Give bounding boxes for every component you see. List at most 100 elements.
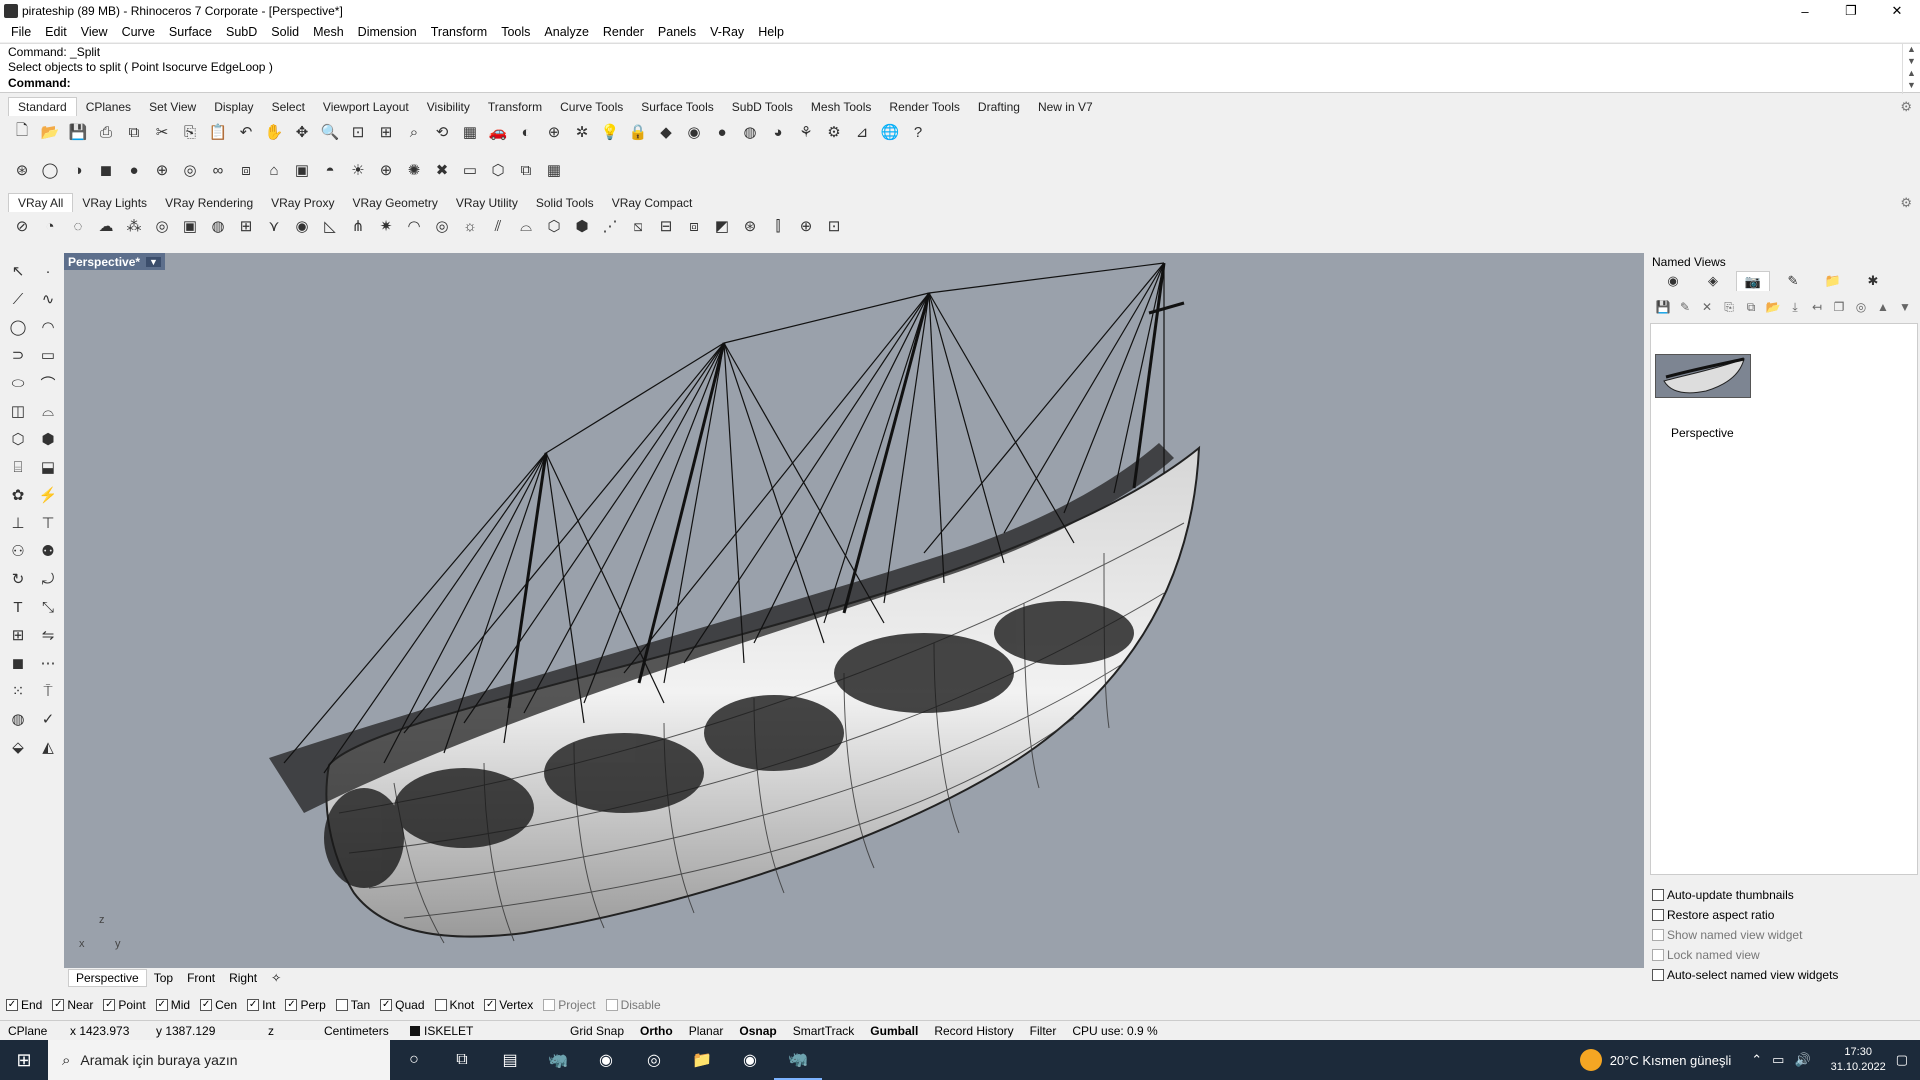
tab-standard[interactable]: Standard <box>8 97 77 116</box>
vray-box-icon[interactable]: ▣ <box>178 214 202 238</box>
text-icon[interactable]: T <box>4 593 32 621</box>
delete-icon[interactable]: ✕ <box>1696 297 1718 317</box>
cplane-label[interactable]: CPlane <box>0 1024 62 1038</box>
menu-help[interactable]: Help <box>751 25 791 39</box>
vray-dome-icon[interactable]: ◓ <box>318 158 342 182</box>
restore-icon[interactable]: ↤ <box>1806 297 1828 317</box>
osnap-end-checkbox[interactable]: ✓ End <box>6 998 42 1012</box>
vray-enmesh-icon[interactable]: ⧈ <box>682 214 706 238</box>
named-view-thumbnail[interactable] <box>1655 354 1751 398</box>
material-sphere-icon[interactable]: ◍ <box>738 120 762 144</box>
view-icon[interactable]: ◎ <box>1850 297 1872 317</box>
vray-sphere-icon[interactable]: ◯ <box>38 158 62 182</box>
vray-spot-icon[interactable]: ⋎ <box>262 214 286 238</box>
osnap-int-checkbox[interactable]: ✓ Int <box>247 998 275 1012</box>
restore-button[interactable]: ❐ <box>1828 0 1874 22</box>
tab-vray-utility[interactable]: VRay Utility <box>447 194 527 212</box>
perspective-viewport[interactable]: Perspective* ▼ z x y <box>64 253 1644 968</box>
menu-dimension[interactable]: Dimension <box>351 25 424 39</box>
osnap-vertex-checkbox[interactable]: ✓ Vertex <box>484 998 533 1012</box>
tab-vray-compact[interactable]: VRay Compact <box>603 194 702 212</box>
vray-lights-icon[interactable]: ◎ <box>150 214 174 238</box>
vray-vfb-icon[interactable]: ⁂ <box>122 214 146 238</box>
paste-icon[interactable]: ⧉ <box>1740 297 1762 317</box>
move-down-icon[interactable]: ▼ <box>1894 297 1916 317</box>
vray-sphere-light-icon[interactable]: ◉ <box>290 214 314 238</box>
network-icon[interactable]: ▭ <box>1772 1052 1784 1068</box>
render-mesh-icon[interactable]: ⬙ <box>4 733 32 761</box>
scroll-down-icon[interactable]: ▼ <box>1903 80 1920 92</box>
render-sphere-icon[interactable]: ◕ <box>766 120 790 144</box>
tab-render-tools[interactable]: Render Tools <box>880 98 969 116</box>
tab-visibility[interactable]: Visibility <box>418 98 479 116</box>
loft-icon[interactable]: ⌓ <box>34 397 62 425</box>
scroll-up-icon[interactable]: ▲ <box>1903 68 1920 80</box>
vray-globe-icon[interactable]: ⊛ <box>10 158 34 182</box>
menu-mesh[interactable]: Mesh <box>306 25 351 39</box>
rhino-window-icon[interactable]: 🦏 <box>774 1040 822 1080</box>
filter-icon[interactable]: ⚘ <box>794 120 818 144</box>
vray-ies-icon[interactable]: ◺ <box>318 214 342 238</box>
lightning-icon[interactable]: ⚡ <box>34 481 62 509</box>
units-label[interactable]: Centimeters <box>316 1024 402 1038</box>
filter-toggle[interactable]: Filter <box>1022 1024 1065 1038</box>
vray-dome-icon[interactable]: ◠ <box>402 214 426 238</box>
brush-icon[interactable]: ✎ <box>1776 271 1810 291</box>
layer-properties-icon[interactable]: ◭ <box>34 733 62 761</box>
tab-mesh-tools[interactable]: Mesh Tools <box>802 98 880 116</box>
camera-icon[interactable]: 📷 <box>1736 271 1770 291</box>
osnap-quad-checkbox[interactable]: ✓ Quad <box>380 998 425 1012</box>
folder-icon[interactable]: 📁 <box>1816 271 1850 291</box>
spotify-icon[interactable]: ◎ <box>630 1040 678 1080</box>
vray-target-icon[interactable]: ⊕ <box>374 158 398 182</box>
color-wheel-icon[interactable]: ◉ <box>682 120 706 144</box>
tab-subd-tools[interactable]: SubD Tools <box>723 98 802 116</box>
menu-file[interactable]: File <box>4 25 38 39</box>
auto-update-thumbnails-checkbox[interactable]: Auto-update thumbnails <box>1652 885 1838 905</box>
menu-subd[interactable]: SubD <box>219 25 264 39</box>
vray-asset-editor-icon[interactable]: ⊘ <box>10 214 34 238</box>
vray-settings-icon[interactable]: ⧉ <box>514 158 538 182</box>
ortho-toggle[interactable]: Ortho <box>632 1024 681 1038</box>
vray-sun-icon[interactable]: ✷ <box>374 214 398 238</box>
chevron-up-icon[interactable]: ⌃ <box>1751 1052 1762 1068</box>
taskbar-search[interactable]: ⌕ Aramak için buraya yazın <box>48 1040 390 1080</box>
vray-bars-icon[interactable]: ⫿ <box>766 214 790 238</box>
vray-interactive-icon[interactable]: ◌ <box>66 214 90 238</box>
menu-transform[interactable]: Transform <box>424 25 495 39</box>
clock[interactable]: 17:30 31.10.2022 <box>1831 1045 1886 1075</box>
gear-icon[interactable]: ⚙ <box>1900 99 1912 115</box>
menu-analyze[interactable]: Analyze <box>537 25 595 39</box>
fillet-icon[interactable]: ⌒ <box>34 369 62 397</box>
grid-snap-toggle[interactable]: Grid Snap <box>562 1024 632 1038</box>
vray-color-grid-icon[interactable]: ▦ <box>542 158 566 182</box>
group-icon[interactable]: ⚇ <box>4 537 32 565</box>
arc-icon[interactable]: ◠ <box>34 313 62 341</box>
vray-cube2-icon[interactable]: ⬢ <box>570 214 594 238</box>
vray-grid-icon[interactable]: ⊞ <box>234 214 258 238</box>
menu-panels[interactable]: Panels <box>651 25 703 39</box>
tab-surface-tools[interactable]: Surface Tools <box>632 98 723 116</box>
osnap-disable-checkbox[interactable]: Disable <box>605 998 661 1012</box>
ship-model[interactable] <box>64 253 1644 968</box>
grid-array-icon[interactable]: ⁙ <box>4 677 32 705</box>
osnap-knot-checkbox[interactable]: Knot <box>434 998 474 1012</box>
zoom-icon[interactable]: 🔍 <box>318 120 342 144</box>
menu-vray[interactable]: V-Ray <box>703 25 751 39</box>
import-icon[interactable]: ⤓ <box>1784 297 1806 317</box>
copy-icon[interactable]: ⎘ <box>178 120 202 144</box>
add-viewport-icon[interactable]: ✧ <box>264 970 288 986</box>
open-folder-icon[interactable]: 📂 <box>1762 297 1784 317</box>
tab-vray-all[interactable]: VRay All <box>8 193 74 212</box>
undo-icon[interactable]: ↶ <box>234 120 258 144</box>
notifications-icon[interactable]: ▢ <box>1896 1052 1908 1068</box>
auto-select-widgets-checkbox[interactable]: Auto-select named view widgets <box>1652 965 1838 985</box>
layers-icon[interactable]: ◈ <box>1696 271 1730 291</box>
rectangle-icon[interactable]: ▭ <box>34 341 62 369</box>
tab-drafting[interactable]: Drafting <box>969 98 1029 116</box>
globe-icon[interactable]: 🌐 <box>878 120 902 144</box>
check-icon[interactable]: ✓ <box>34 705 62 733</box>
vray-frame-icon[interactable]: ⊡ <box>822 214 846 238</box>
vray-render-icon[interactable]: ● <box>122 158 146 182</box>
menu-surface[interactable]: Surface <box>162 25 219 39</box>
